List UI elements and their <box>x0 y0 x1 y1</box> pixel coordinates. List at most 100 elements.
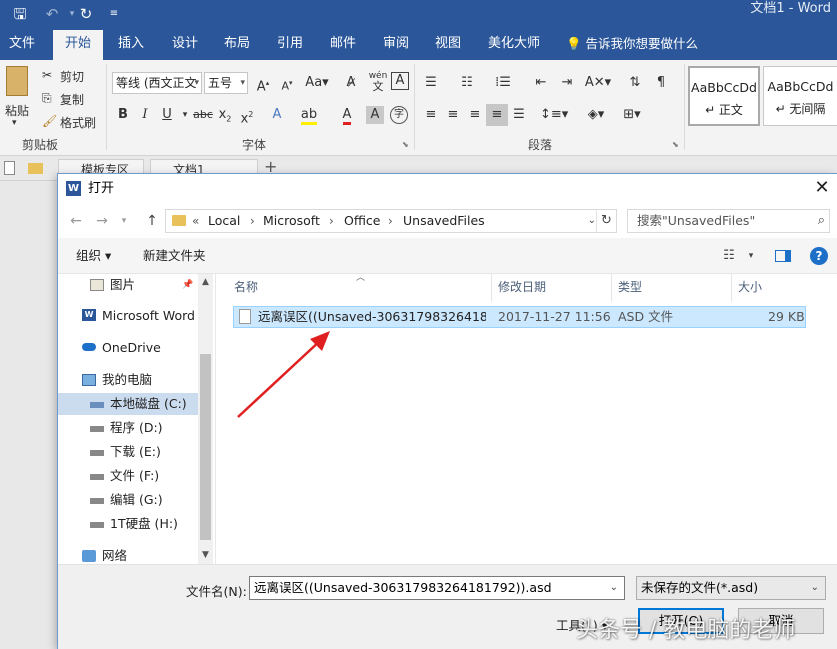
customize-toolbar-icon[interactable]: ≡ <box>102 3 126 25</box>
copy-button[interactable]: 复制 <box>60 91 84 108</box>
nav-item-drive-g[interactable]: 编辑 (G:) <box>58 489 198 511</box>
highlight-icon[interactable]: ab <box>298 104 320 126</box>
align-right-icon[interactable]: ≡ <box>464 104 486 126</box>
numbering-icon[interactable]: ☷ <box>456 72 478 94</box>
breadcrumb-separator[interactable]: › <box>388 210 393 232</box>
strikethrough-icon[interactable]: abc <box>190 104 216 126</box>
superscript-icon[interactable]: x2 <box>236 104 258 126</box>
paste-icon[interactable] <box>6 66 28 96</box>
breadcrumb-office[interactable]: Office <box>344 210 381 232</box>
tab-home[interactable]: 开始 <box>53 30 103 60</box>
nav-item-drive-e[interactable]: 下载 (E:) <box>58 441 198 463</box>
organize-button[interactable]: 组织 ▾ <box>76 238 111 274</box>
tab-insert[interactable]: 插入 <box>108 30 154 60</box>
preview-pane-icon[interactable] <box>772 245 794 267</box>
nav-item-drive-h[interactable]: 1T硬盘 (H:) <box>58 513 198 535</box>
tab-layout[interactable]: 布局 <box>214 30 260 60</box>
font-name-combo[interactable]: 等线 (西文正文 ▾ <box>112 72 202 94</box>
pin-icon[interactable]: 📌 <box>182 274 193 296</box>
filename-input[interactable]: 远离误区((Unsaved-306317983264181792)).asd ⌄ <box>249 576 625 600</box>
save-icon[interactable]: 🖫 <box>8 3 32 25</box>
forward-icon[interactable]: → <box>92 210 112 232</box>
font-dialog-launcher-icon[interactable]: ⬊ <box>402 140 409 149</box>
multilevel-list-icon[interactable]: ⁞☰ <box>492 72 514 94</box>
line-spacing-icon[interactable]: ↕≡▾ <box>540 104 568 126</box>
nav-item-drive-c[interactable]: 本地磁盘 (C:) <box>58 393 198 415</box>
cut-button[interactable]: 剪切 <box>60 68 84 85</box>
tab-review[interactable]: 审阅 <box>373 30 419 60</box>
increase-indent-icon[interactable]: ⇥ <box>556 72 578 94</box>
nav-item-drive-d[interactable]: 程序 (D:) <box>58 417 198 439</box>
distributed-icon[interactable]: ☰ <box>508 104 530 126</box>
column-header-modified[interactable]: 修改日期 <box>492 274 612 302</box>
character-border-icon[interactable]: A <box>391 72 409 90</box>
column-header-size[interactable]: 大小 <box>732 274 808 302</box>
nav-item-onedrive[interactable]: OneDrive <box>58 337 198 359</box>
clear-format-icon[interactable]: A̷ <box>340 72 362 94</box>
bullets-icon[interactable]: ☰ <box>420 72 442 94</box>
subscript-icon[interactable]: x2 <box>214 104 236 126</box>
new-doc-icon[interactable] <box>4 161 15 175</box>
view-options-icon[interactable]: ☷ <box>718 245 740 267</box>
address-bar[interactable]: « Local › Microsoft › Office › UnsavedFi… <box>165 209 617 233</box>
style-normal[interactable]: AaBbCcDd ↵ 正文 <box>688 66 760 126</box>
borders-icon[interactable]: ⊞▾ <box>618 104 646 126</box>
paste-button[interactable]: 粘贴 <box>5 102 29 119</box>
navigation-scrollbar[interactable]: ▲ ▼ <box>198 274 213 564</box>
paragraph-dialog-launcher-icon[interactable]: ⬊ <box>672 140 679 149</box>
tell-me-box[interactable]: 💡 告诉我你想要做什么 <box>566 30 698 58</box>
refresh-icon[interactable]: ↻ <box>596 210 616 232</box>
scroll-down-icon[interactable]: ▼ <box>198 550 213 560</box>
enclose-characters-icon[interactable]: 字 <box>390 106 408 124</box>
redo-icon[interactable]: ↻ <box>74 3 98 25</box>
close-icon[interactable]: ✕ <box>806 174 837 204</box>
cut-icon[interactable]: ✂ <box>42 68 52 82</box>
breadcrumb-unsavedfiles[interactable]: UnsavedFiles <box>403 210 485 232</box>
text-effects-icon[interactable]: A <box>266 104 288 126</box>
column-header-type[interactable]: 类型 <box>612 274 732 302</box>
nav-item-word[interactable]: W Microsoft Word <box>58 305 198 327</box>
character-shading-icon[interactable]: A <box>366 106 384 124</box>
search-box[interactable]: 搜索"UnsavedFiles" ⌕ <box>627 209 830 233</box>
decrease-indent-icon[interactable]: ⇤ <box>530 72 552 94</box>
paste-dropdown-icon[interactable]: ▾ <box>12 118 17 128</box>
style-no-spacing[interactable]: AaBbCcDd ↵ 无间隔 <box>763 66 837 126</box>
filetype-select[interactable]: 未保存的文件(*.asd) ⌄ <box>636 576 826 600</box>
breadcrumb-microsoft[interactable]: Microsoft <box>263 210 320 232</box>
shrink-font-icon[interactable]: A▾ <box>276 72 298 94</box>
change-case-icon[interactable]: Aa▾ <box>302 72 332 94</box>
font-size-combo[interactable]: 五号 ▾ <box>204 72 248 94</box>
nav-item-this-pc[interactable]: 我的电脑 <box>58 369 198 391</box>
breadcrumb-separator[interactable]: › <box>329 210 334 232</box>
italic-icon[interactable]: I <box>134 104 156 126</box>
breadcrumb-local[interactable]: Local <box>208 210 240 232</box>
show-marks-icon[interactable]: ¶ <box>650 72 672 94</box>
back-icon[interactable]: ← <box>66 210 86 232</box>
chevron-down-icon[interactable]: ⌄ <box>588 210 596 232</box>
nav-item-drive-f[interactable]: 文件 (F:) <box>58 465 198 487</box>
shading-icon[interactable]: ◈▾ <box>582 104 610 126</box>
breadcrumb-overflow[interactable]: « <box>192 210 199 232</box>
bold-icon[interactable]: B <box>112 104 134 126</box>
chinese-layout-icon[interactable]: A✕▾ <box>584 72 612 94</box>
column-header-name[interactable]: 名称 <box>228 274 492 302</box>
chevron-down-icon[interactable]: ⌄ <box>610 577 618 599</box>
breadcrumb-separator[interactable]: › <box>250 210 255 232</box>
tab-references[interactable]: 引用 <box>267 30 313 60</box>
view-dropdown-icon[interactable]: ▾ <box>740 245 762 267</box>
copy-icon[interactable]: ⎘ <box>42 91 52 106</box>
open-folder-icon[interactable] <box>28 163 43 174</box>
justify-icon[interactable]: ≡ <box>486 104 508 126</box>
center-icon[interactable]: ≡ <box>442 104 464 126</box>
new-folder-button[interactable]: 新建文件夹 <box>143 238 206 274</box>
sort-icon[interactable]: ⇅ <box>624 72 646 94</box>
tab-view[interactable]: 视图 <box>425 30 471 60</box>
format-painter-icon[interactable]: 🖌 <box>42 114 57 128</box>
format-painter-button[interactable]: 格式刷 <box>60 114 96 131</box>
font-color-icon[interactable]: A <box>336 104 358 126</box>
tab-design[interactable]: 设计 <box>162 30 208 60</box>
tab-file[interactable]: 文件 <box>0 30 44 60</box>
grow-font-icon[interactable]: A▴ <box>252 72 274 94</box>
scroll-up-icon[interactable]: ▲ <box>198 277 213 287</box>
help-icon[interactable]: ? <box>810 247 828 265</box>
